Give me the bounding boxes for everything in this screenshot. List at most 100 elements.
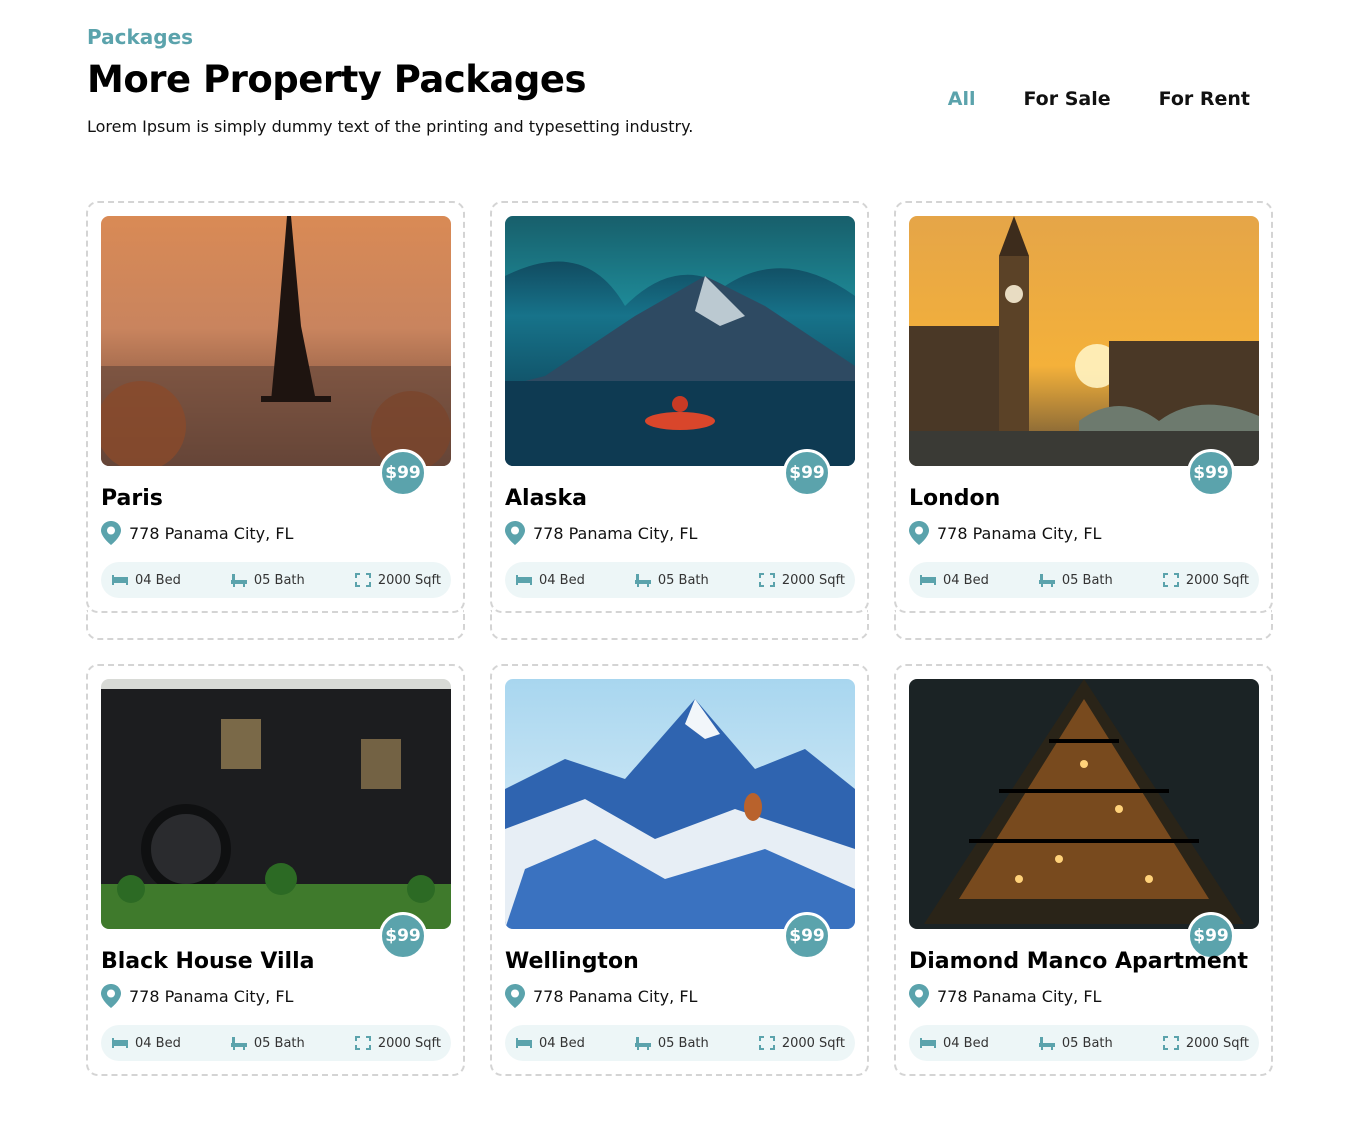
price-badge: $99 [783,449,831,497]
bath-label: 05 Bath [253,1035,305,1051]
bath-label: 05 Bath [657,1035,709,1051]
bath-label: 05 Bath [1061,1035,1113,1051]
property-address: 778 Panama City, FL [909,984,1101,1008]
property-address: 778 Panama City, FL [101,984,293,1008]
property-card[interactable]: $99 Black House Villa 778 Panama City, F… [86,664,465,1076]
bed-icon [920,575,936,585]
price-badge: $99 [1187,449,1235,497]
address-text: 778 Panama City, FL [533,986,698,1006]
bed-label: 04 Bed [943,572,989,588]
bath-label: 05 Bath [1061,572,1113,588]
area-label: 2000 Sqft [1185,1035,1249,1051]
property-card[interactable]: $99 Wellington 778 Panama City, FL 04 Be… [490,664,869,1076]
property-image [505,216,855,466]
spec-bath: 05 Bath [230,572,305,588]
spec-bed: 04 Bed [111,1035,181,1051]
spec-bath: 05 Bath [230,1035,305,1051]
property-name[interactable]: Alaska [505,486,587,511]
property-name[interactable]: London [909,486,1000,511]
property-name[interactable]: Black House Villa [101,949,314,974]
filter-for-sale[interactable]: For Sale [1023,88,1110,110]
address-text: 778 Panama City, FL [533,523,698,543]
spec-bath: 05 Bath [1038,1035,1113,1051]
address-text: 778 Panama City, FL [937,986,1102,1006]
bed-label: 04 Bed [135,572,181,588]
location-pin-icon [505,521,525,545]
property-image [505,679,855,929]
property-address: 778 Panama City, FL [505,521,697,545]
section-subtitle: Lorem Ipsum is simply dummy text of the … [87,117,694,136]
property-card[interactable]: $99 Paris 778 Panama City, FL 04 Bed 05 … [86,201,465,613]
card-stack-edge [86,610,465,640]
location-pin-icon [101,521,121,545]
area-icon [354,573,371,587]
area-label: 2000 Sqft [377,1035,441,1051]
bed-label: 04 Bed [539,572,585,588]
filter-all[interactable]: All [948,88,976,110]
filter-for-rent[interactable]: For Rent [1159,88,1250,110]
price-badge: $99 [379,449,427,497]
spec-area: 2000 Sqft [1162,572,1249,588]
bed-label: 04 Bed [943,1035,989,1051]
spec-bed: 04 Bed [515,572,585,588]
property-name[interactable]: Paris [101,486,163,511]
property-image [909,679,1259,929]
spec-area: 2000 Sqft [758,1035,845,1051]
bath-icon [230,574,247,587]
section-eyebrow: Packages [87,25,194,49]
location-pin-icon [909,984,929,1008]
property-card[interactable]: $99 Diamond Manco Apartment 778 Panama C… [894,664,1273,1076]
spec-bath: 05 Bath [1038,572,1113,588]
spec-area: 2000 Sqft [354,1035,441,1051]
address-text: 778 Panama City, FL [937,523,1102,543]
property-specs: 04 Bed 05 Bath 2000 Sqft [101,1025,451,1061]
property-card[interactable]: $99 Alaska 778 Panama City, FL 04 Bed 05… [490,201,869,613]
property-specs: 04 Bed 05 Bath 2000 Sqft [101,562,451,598]
area-icon [758,1036,775,1050]
location-pin-icon [101,984,121,1008]
area-label: 2000 Sqft [1185,572,1249,588]
property-address: 778 Panama City, FL [505,984,697,1008]
spec-bed: 04 Bed [111,572,181,588]
spec-area: 2000 Sqft [1162,1035,1249,1051]
address-text: 778 Panama City, FL [129,523,294,543]
price-badge: $99 [379,912,427,960]
property-specs: 04 Bed 05 Bath 2000 Sqft [505,1025,855,1061]
area-icon [1162,1036,1179,1050]
property-name[interactable]: Diamond Manco Apartment [909,949,1248,974]
card-stack-edge [490,610,869,640]
spec-bed: 04 Bed [919,572,989,588]
property-specs: 04 Bed 05 Bath 2000 Sqft [505,562,855,598]
area-icon [758,573,775,587]
spec-bed: 04 Bed [515,1035,585,1051]
spec-area: 2000 Sqft [758,572,845,588]
spec-bath: 05 Bath [634,1035,709,1051]
spec-bath: 05 Bath [634,572,709,588]
price-badge: $99 [783,912,831,960]
bath-label: 05 Bath [253,572,305,588]
bed-icon [920,1038,936,1048]
area-icon [1162,573,1179,587]
property-image [101,216,451,466]
spec-area: 2000 Sqft [354,572,441,588]
property-card[interactable]: $99 London 778 Panama City, FL 04 Bed 05… [894,201,1273,613]
bath-label: 05 Bath [657,572,709,588]
bed-label: 04 Bed [539,1035,585,1051]
bath-icon [230,1037,247,1050]
filter-tabs: All For Sale For Rent [948,88,1250,110]
area-label: 2000 Sqft [377,572,441,588]
property-name[interactable]: Wellington [505,949,639,974]
card-stack-edge [894,610,1273,640]
property-image [909,216,1259,466]
location-pin-icon [909,521,929,545]
area-label: 2000 Sqft [781,1035,845,1051]
bath-icon [1038,574,1055,587]
spec-bed: 04 Bed [919,1035,989,1051]
property-address: 778 Panama City, FL [909,521,1101,545]
bed-icon [516,575,532,585]
address-text: 778 Panama City, FL [129,986,294,1006]
property-specs: 04 Bed 05 Bath 2000 Sqft [909,562,1259,598]
bed-icon [112,1038,128,1048]
bath-icon [1038,1037,1055,1050]
area-icon [354,1036,371,1050]
